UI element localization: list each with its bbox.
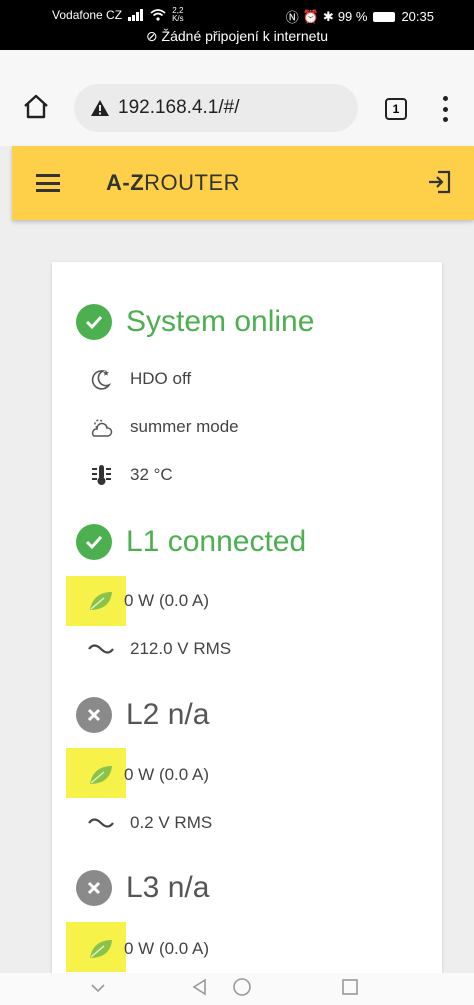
network-speed: 2,2 K/s bbox=[172, 7, 184, 23]
phase-l1-voltage-row: 212.0 V RMS bbox=[86, 636, 231, 662]
network-notice-text: Žádné připojení k internetu bbox=[161, 28, 329, 44]
no-connection-icon: ⊘ bbox=[145, 28, 158, 44]
hdo-row: HDO off bbox=[86, 366, 191, 392]
status-right: Ⓝ ⏰ ✱ 99 % 20:35 bbox=[286, 7, 434, 26]
check-circle-icon bbox=[76, 304, 112, 340]
carrier-name: Vodafone CZ bbox=[52, 8, 123, 22]
temperature-row: 32 °C bbox=[86, 462, 173, 488]
phase-l3-title: L3 n/a bbox=[76, 870, 209, 906]
phase-l2-voltage: 0.2 V RMS bbox=[130, 813, 213, 832]
status-left: Vodafone CZ 2,2 K/s bbox=[52, 7, 184, 23]
battery-icon bbox=[373, 11, 396, 22]
phase-l1-title-text: L1 connected bbox=[126, 525, 307, 558]
mode-row: summer mode bbox=[86, 414, 239, 440]
tab-switcher-button[interactable]: 1 bbox=[385, 98, 407, 120]
signal-icon bbox=[128, 9, 144, 21]
temperature-text: 32 °C bbox=[130, 465, 173, 484]
thermometer-icon bbox=[86, 462, 116, 488]
alarm-icon: ⏰ bbox=[302, 8, 319, 24]
home-circle-icon[interactable] bbox=[232, 977, 252, 997]
browser-toolbar: 192.168.4.1/#/ 1 bbox=[0, 50, 474, 146]
night-moon-icon bbox=[86, 366, 116, 392]
sine-wave-icon bbox=[86, 810, 116, 836]
phase-l3-title-text: L3 n/a bbox=[126, 871, 210, 904]
system-title-text: System online bbox=[126, 305, 315, 338]
chevron-down-icon[interactable] bbox=[88, 977, 108, 997]
hamburger-menu-icon[interactable] bbox=[36, 174, 60, 192]
phase-l2-title-text: L2 n/a bbox=[126, 698, 210, 731]
phase-l1-title: L1 connected bbox=[76, 524, 306, 560]
nfc-icon: Ⓝ bbox=[285, 10, 299, 25]
status-card: System online HDO off summer mode 32 °C … bbox=[52, 262, 442, 1005]
wifi-icon bbox=[150, 9, 166, 21]
phase-l3-power-row: 0 W (0.0 A) bbox=[86, 936, 209, 962]
brand-rest: ROUTER bbox=[144, 170, 241, 195]
battery-percent: 99 % bbox=[337, 9, 368, 24]
recents-square-icon[interactable] bbox=[340, 977, 360, 997]
system-navigation-bar bbox=[0, 973, 474, 1005]
phase-l2-power: 0 W (0.0 A) bbox=[124, 765, 210, 784]
phase-l1-power-row: 0 W (0.0 A) bbox=[86, 588, 209, 614]
app-header: A-ZROUTER bbox=[12, 146, 474, 220]
address-bar[interactable]: 192.168.4.1/#/ bbox=[74, 84, 358, 132]
network-notice: ⊘ Žádné připojení k internetu bbox=[0, 28, 474, 45]
logout-icon[interactable] bbox=[426, 168, 454, 196]
phase-l2-voltage-row: 0.2 V RMS bbox=[86, 810, 212, 836]
system-status-bar: Vodafone CZ 2,2 K/s Ⓝ ⏰ ✱ 99 % 20:35 ⊘ Žá… bbox=[0, 0, 474, 50]
leaf-icon bbox=[86, 936, 116, 962]
leaf-icon bbox=[86, 762, 116, 788]
check-circle-icon bbox=[76, 524, 112, 560]
cancel-circle-icon bbox=[76, 870, 112, 906]
browser-menu-icon[interactable] bbox=[440, 96, 450, 122]
sine-wave-icon bbox=[86, 636, 116, 662]
bluetooth-icon: ✱ bbox=[322, 8, 334, 24]
leaf-icon bbox=[86, 588, 116, 614]
app-brand: A-ZROUTER bbox=[106, 170, 240, 196]
warning-icon[interactable] bbox=[90, 99, 110, 117]
speed-unit: K/s bbox=[172, 14, 184, 23]
phase-l3-power: 0 W (0.0 A) bbox=[124, 939, 210, 958]
system-status-title: System online bbox=[76, 304, 314, 340]
phase-l1-power: 0 W (0.0 A) bbox=[124, 591, 210, 610]
url-text[interactable]: 192.168.4.1/#/ bbox=[118, 97, 240, 119]
brand-bold: A-Z bbox=[106, 170, 145, 195]
phase-l2-power-row: 0 W (0.0 A) bbox=[86, 762, 209, 788]
back-triangle-icon[interactable] bbox=[190, 977, 210, 997]
cancel-circle-icon bbox=[76, 697, 112, 733]
sun-cloud-icon bbox=[86, 414, 116, 440]
phase-l2-title: L2 n/a bbox=[76, 697, 209, 733]
phase-l1-voltage: 212.0 V RMS bbox=[130, 639, 232, 658]
mode-text: summer mode bbox=[130, 417, 239, 436]
hdo-text: HDO off bbox=[130, 369, 192, 388]
clock: 20:35 bbox=[401, 9, 434, 24]
home-icon[interactable] bbox=[22, 92, 50, 120]
